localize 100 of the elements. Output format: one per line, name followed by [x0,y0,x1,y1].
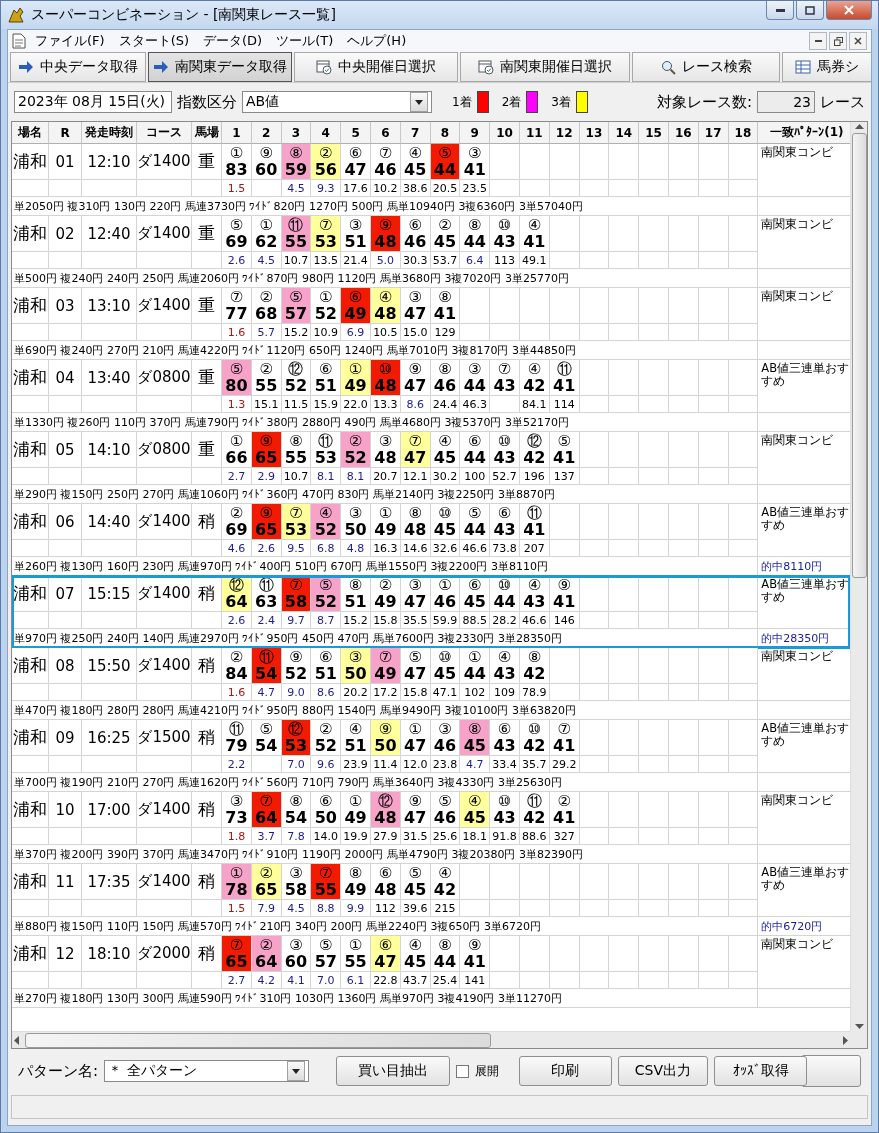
toolbar-button[interactable]: 南関東データ取得 [148,52,292,82]
horse-cell: ① 46 [430,576,461,612]
horse-cell: ⑪ 63 [251,576,282,612]
empty-cell [639,324,669,341]
odds-cell: 4.5 [281,900,312,917]
caret-icon [292,1068,300,1074]
menu-item[interactable]: ファイル(F) [30,32,110,50]
empty-cell [728,396,759,413]
odds-cell: 17.2 [371,684,401,701]
course-cell: ダ0800 [137,432,192,468]
empty-cell [698,792,729,828]
empty-cell [668,612,699,629]
horse-cell: ① 49 [341,792,371,828]
close-button[interactable] [849,32,867,50]
menu-item[interactable]: ツール(T) [271,32,339,50]
race-row[interactable] [12,720,850,792]
odds-cell: 8.1 [311,468,342,485]
horse-cell: ① 62 [251,216,282,252]
print-button[interactable]: 印刷 [518,1056,612,1086]
empty-cell [490,864,520,900]
odds-button[interactable]: ｵｯｽﾞ取得 [714,1056,808,1086]
document-icon [12,33,26,49]
odds-cell: 30.2 [430,468,461,485]
empty-cell [698,504,729,540]
horse-cell: ⑨ 47 [400,792,431,828]
odds-cell: 9.9 [341,900,371,917]
race-row[interactable] [12,792,850,864]
toolbar-button[interactable]: 南関東開催日選択 [460,52,630,82]
csv-button[interactable]: CSV出力 [617,1056,709,1086]
race-number-cell: 02 [49,216,82,252]
horse-cell: ⑧ 44 [430,936,461,972]
minimize-button[interactable] [809,32,827,50]
race-row[interactable] [12,360,850,432]
horse-cell: ④ 45 [400,144,431,180]
horse-cell: ⑤ 54 [251,720,282,756]
legend-label: 2着 [501,93,522,111]
empty-cell [609,468,640,485]
horse-cell: ④ 51 [341,720,371,756]
payout-cell: 単260円 複130円 160円 230円 馬連970円 ﾜｲﾄﾞ400円 510円 670円 馬単1550円 3複2200円 3単8110円 [12,557,759,576]
expand-checkbox[interactable] [456,1064,470,1078]
track-condition-cell: 稍 [192,648,222,684]
minimize-button[interactable] [766,1,794,20]
course-cell: ダ1400 [137,288,192,324]
empty-cell [668,504,699,540]
horse-cell: ③ 50 [341,504,371,540]
odds-cell: 27.9 [371,828,401,845]
index-select[interactable]: AB値 [242,91,432,113]
restore-button[interactable] [829,32,847,50]
horse-cell: ③ 51 [341,216,371,252]
race-row[interactable] [12,216,850,288]
menu-item[interactable]: スタート(S) [113,32,195,50]
empty-cell [728,864,759,900]
down-arrow-icon [854,1022,864,1031]
maximize-button[interactable] [796,1,824,20]
extract-button[interactable]: 買い目抽出 [336,1056,451,1086]
odds-cell: 9.5 [281,540,312,557]
empty-cell [609,540,640,557]
menu-item[interactable]: ヘルプ(H) [342,32,412,50]
horse-cell: ⑪ 79 [222,720,252,756]
arrow-icon [153,60,169,74]
close-button[interactable] [826,1,872,20]
empty-cell [549,216,580,252]
empty-cell [609,972,640,989]
toolbar-button[interactable]: レース検索 [632,52,780,82]
empty-cell [579,504,610,540]
toolbar-button[interactable]: 中央開催日選択 [294,52,458,82]
race-row[interactable] [12,432,850,504]
horse-cell: ⑦ 64 [251,792,282,828]
race-row[interactable] [12,504,850,576]
odds-cell: 12.0 [400,756,431,773]
app-logo-icon [7,6,25,24]
race-row[interactable] [12,576,850,648]
empty-cell [490,396,520,413]
vertical-scrollbar[interactable] [850,122,867,1031]
hidden-button[interactable] [801,1055,861,1087]
horse-cell: ⑦ 46 [371,144,401,180]
race-number-cell: 09 [49,720,82,756]
race-number-cell: 07 [49,576,82,612]
horse-cell: ⑨ 48 [371,216,401,252]
empty-cell [490,288,520,324]
odds-cell: 8.8 [311,900,342,917]
odds-cell: 31.5 [400,828,431,845]
empty-cell [609,864,640,900]
empty-cell [698,432,729,468]
toolbar-button[interactable]: 中央データ取得 [10,52,146,82]
odds-cell: 38.6 [400,180,431,197]
empty-cell [728,648,759,684]
menu-item[interactable]: データ(D) [198,32,268,50]
empty-cell [639,900,669,917]
odds-cell: 84.1 [519,396,550,413]
horse-cell: ③ 46 [430,720,461,756]
horizontal-scrollbar[interactable] [12,1031,850,1048]
race-row[interactable] [12,648,850,720]
empty-cell [639,864,669,900]
start-time-cell: 15:15 [82,576,137,612]
odds-cell: 4.5 [251,252,282,269]
pattern-select[interactable]: ＊ 全パターン [104,1060,309,1082]
horse-cell: ④ 45 [430,432,461,468]
date-field[interactable]: 2023年 08月 15日(火) [14,91,172,113]
toolbar-button[interactable]: 馬券シ [782,52,871,82]
